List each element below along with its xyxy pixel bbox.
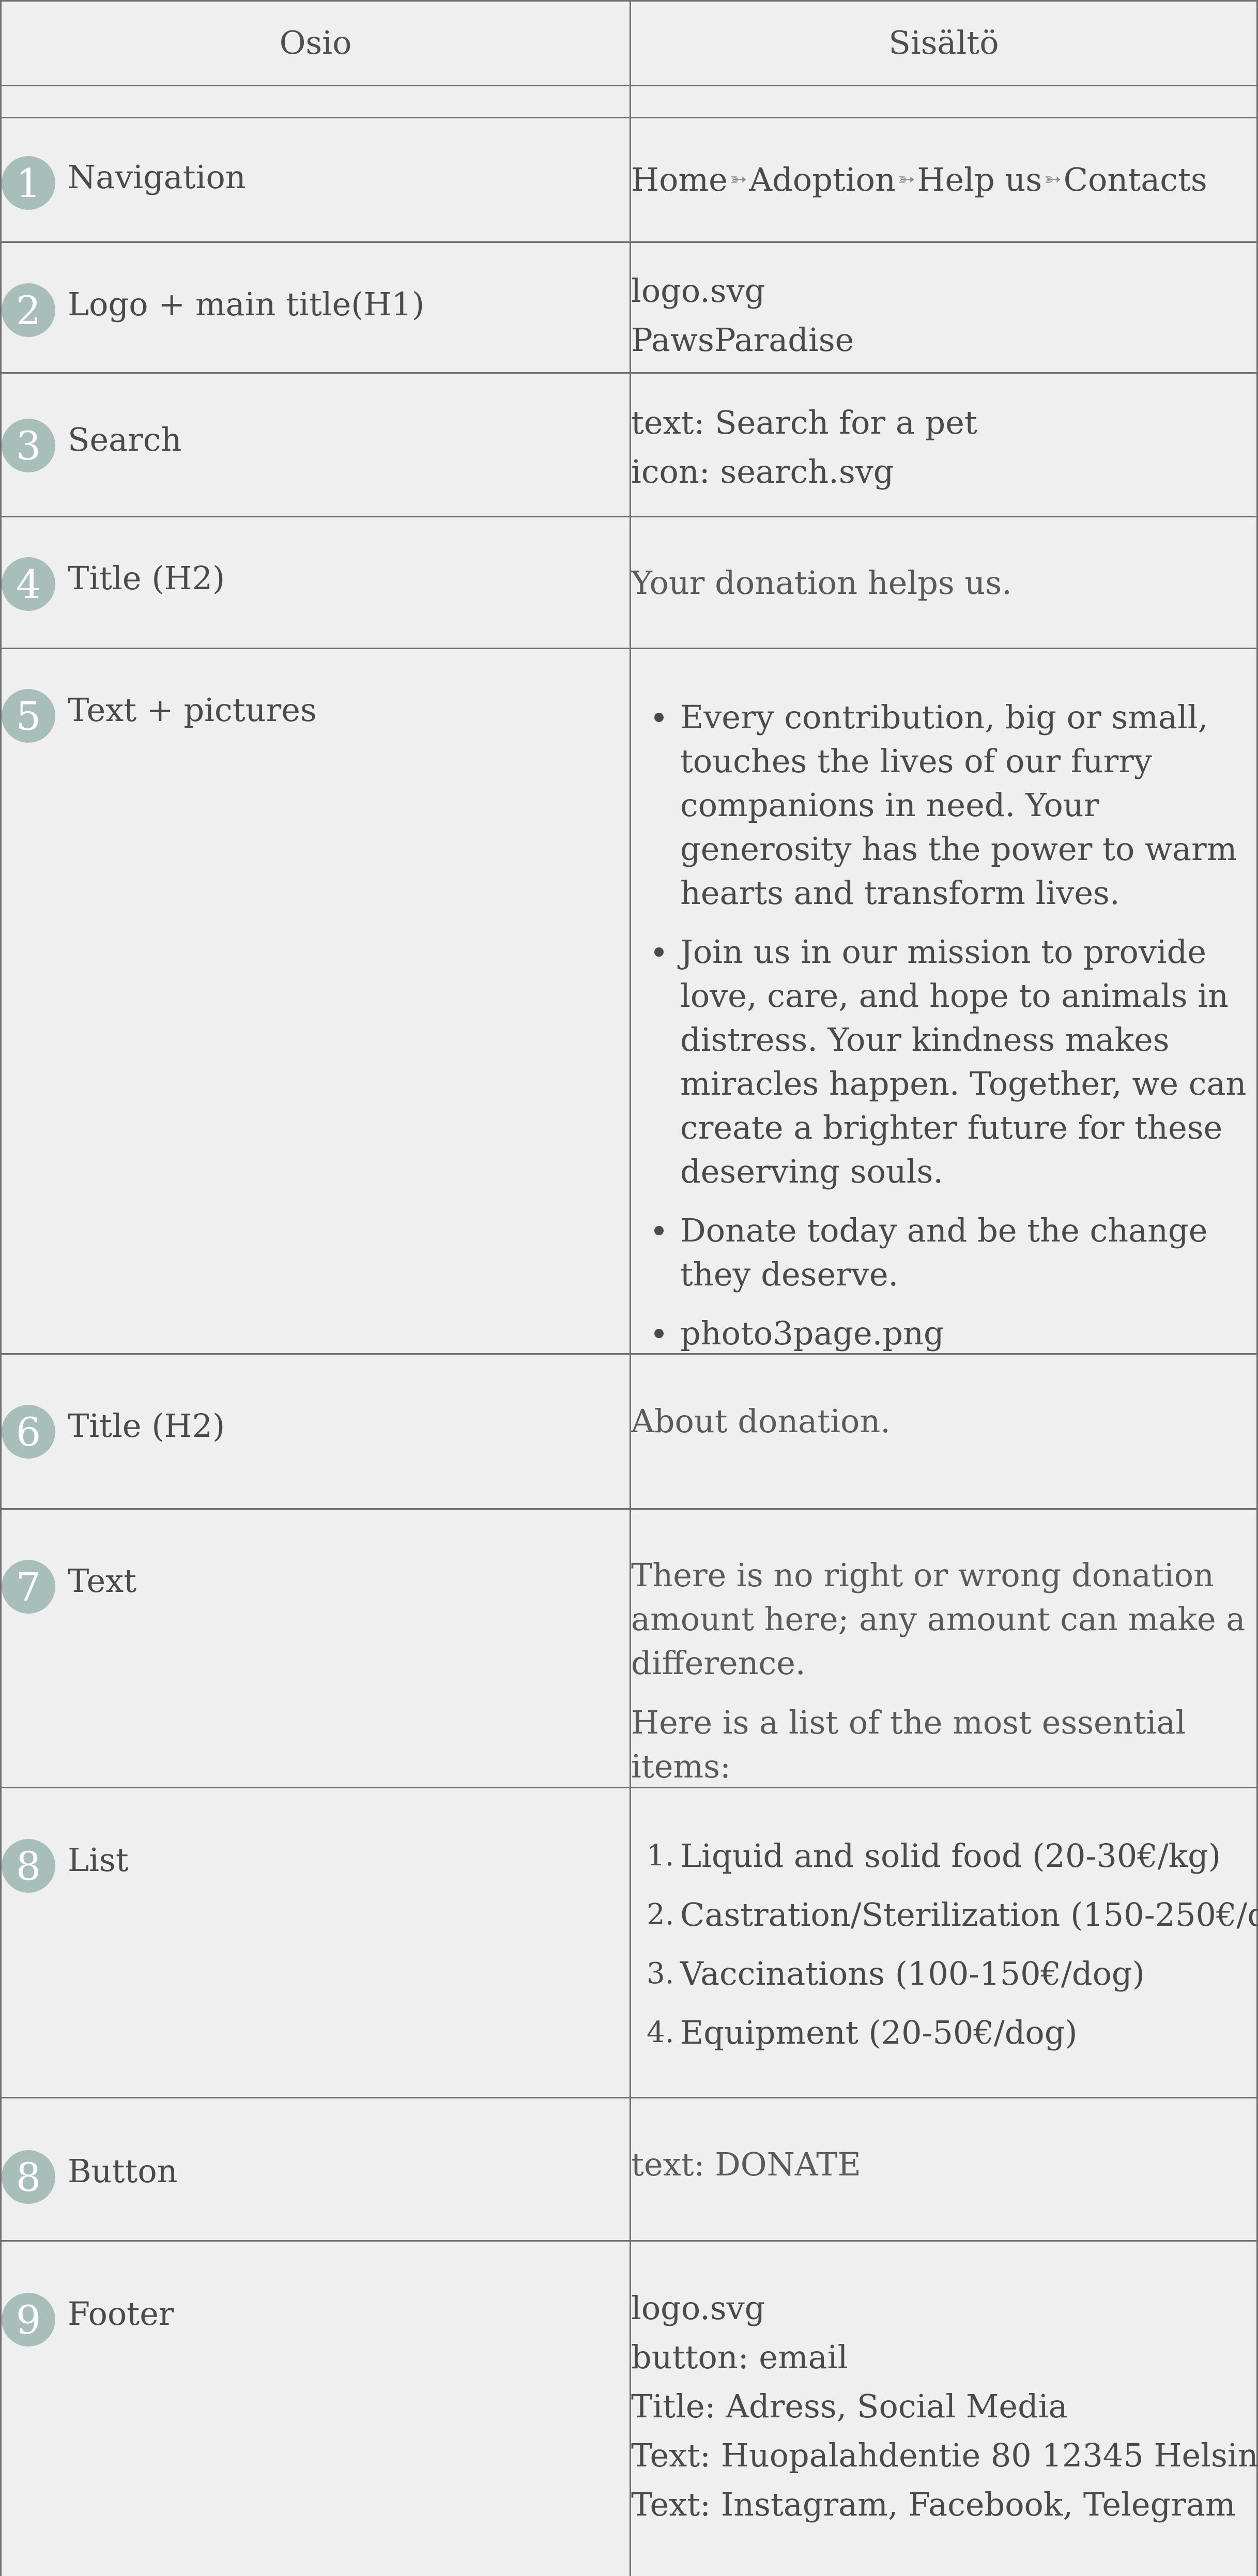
content-paragraph: There is no right or wrong donation amou… [631, 1556, 1246, 1682]
section-label: Footer [68, 2295, 174, 2333]
step-number-badge: 3 [2, 419, 55, 472]
section-label: Logo + main title(H1) [68, 285, 425, 323]
cell-content: logo.svg PawsParadise [631, 266, 1256, 364]
list-text: Liquid and solid food (20-30€/kg) [680, 1837, 1221, 1875]
content-line: text: Search for a pet [631, 404, 977, 441]
section-label: Text [68, 1562, 137, 1600]
cell-content: text: DONATE [631, 2140, 1256, 2189]
cell-content: 1. Liquid and solid food (20-30€/kg) 2. Ca… [631, 1834, 1258, 2069]
section-label: List [68, 1841, 129, 1879]
content-line: Title: Adress, Social Media [631, 2387, 1068, 2425]
list-index: 2. [647, 1898, 674, 1931]
step-number-badge: 4 [2, 557, 55, 611]
cell-content: Your donation helps us. [631, 558, 1256, 607]
cell-content: Every contribution, big or small, touche… [631, 695, 1256, 1370]
section-label: Title (H2) [68, 559, 225, 597]
arrow-separator-icon: ➳ [897, 167, 915, 191]
section-label: Title (H2) [68, 1407, 225, 1445]
row-divider [2, 2240, 1258, 2242]
list-index: 1. [647, 1839, 674, 1873]
row-divider [2, 1508, 1258, 1510]
content-line: icon: search.svg [631, 453, 894, 490]
row-divider [2, 648, 1258, 649]
step-number-badge: 6 [2, 1405, 55, 1459]
step-number-badge: 2 [2, 283, 55, 337]
content-line: Text: Huopalahdentie 80 12345 Helsinki [631, 2436, 1258, 2474]
nav-item-contacts: Contacts [1063, 161, 1207, 198]
list-text: Equipment (20-50€/dog) [680, 2014, 1078, 2051]
row-divider [2, 85, 1258, 86]
section-label: Button [68, 2152, 178, 2190]
step-number-badge: 7 [2, 1560, 55, 1614]
list-item: photo3page.png [654, 1311, 1256, 1355]
nav-item-home: Home [631, 161, 728, 198]
content-line: logo.svg [631, 272, 765, 310]
list-item: Donate today and be the change they dese… [654, 1208, 1256, 1296]
content-line: Your donation helps us. [631, 564, 1012, 602]
content-line: text: DONATE [631, 2145, 861, 2183]
step-number-badge: 8 [2, 2150, 55, 2204]
cell-content: There is no right or wrong donation amou… [631, 1553, 1256, 1788]
arrow-separator-icon: ➳ [729, 167, 747, 191]
nav-description: Home ➳ Adoption ➳ Help us ➳ Contacts [631, 155, 1256, 204]
arrow-separator-icon: ➳ [1044, 167, 1062, 191]
list-item: 3. Vaccinations (100-150€/dog) [647, 1952, 1256, 1996]
content-line: Text: Instagram, Facebook, Telegram [631, 2486, 1236, 2523]
content-table: Osio Sisältö 1 Navigation Home ➳ Adoptio… [0, 0, 1258, 2576]
list-item: 1. Liquid and solid food (20-30€/kg) [647, 1834, 1256, 1878]
list-item: Join us in our mission to provide love, … [654, 930, 1256, 1193]
column-header-content: Sisältö [888, 23, 999, 62]
list-index: 4. [647, 2016, 674, 2049]
content-line: About donation. [631, 1402, 891, 1440]
cell-content: logo.svg button: email Title: Adress, So… [631, 2283, 1258, 2529]
nav-item-adoption: Adoption [749, 161, 896, 198]
numbered-list: 1. Liquid and solid food (20-30€/kg) 2. Ca… [631, 1834, 1258, 2054]
row-divider [2, 372, 1258, 374]
list-text: Vaccinations (100-150€/dog) [680, 1955, 1145, 1992]
column-header-section: Osio [279, 23, 352, 62]
cell-content: About donation. [631, 1397, 1256, 1446]
step-number-badge: 1 [2, 156, 55, 210]
row-divider [2, 2097, 1258, 2098]
content-paragraph: Here is a list of the most essential ite… [631, 1704, 1186, 1785]
cell-content: text: Search for a pet icon: search.svg [631, 398, 1256, 496]
content-line: button: email [631, 2338, 848, 2376]
row-divider [2, 241, 1258, 243]
list-item: 2. Castration/Sterilization (150-250€/dog… [647, 1893, 1258, 1937]
content-line: PawsParadise [631, 321, 854, 359]
section-label: Text + pictures [68, 691, 317, 729]
list-item: 4. Equipment (20-50€/dog) [647, 2011, 1256, 2054]
list-item: Every contribution, big or small, touche… [654, 695, 1256, 915]
step-number-badge: 8 [2, 1839, 55, 1893]
section-label: Search [68, 421, 182, 458]
step-number-badge: 9 [2, 2293, 55, 2347]
row-divider [2, 117, 1258, 118]
row-divider [2, 516, 1258, 517]
step-number-badge: 5 [2, 689, 55, 743]
section-label: Navigation [68, 158, 246, 196]
bullet-list: Every contribution, big or small, touche… [631, 695, 1256, 1355]
nav-item-help-us: Help us [917, 161, 1042, 198]
list-index: 3. [647, 1957, 674, 1990]
content-line: logo.svg [631, 2289, 765, 2327]
list-text: Castration/Sterilization (150-250€/dog) [680, 1896, 1258, 1934]
